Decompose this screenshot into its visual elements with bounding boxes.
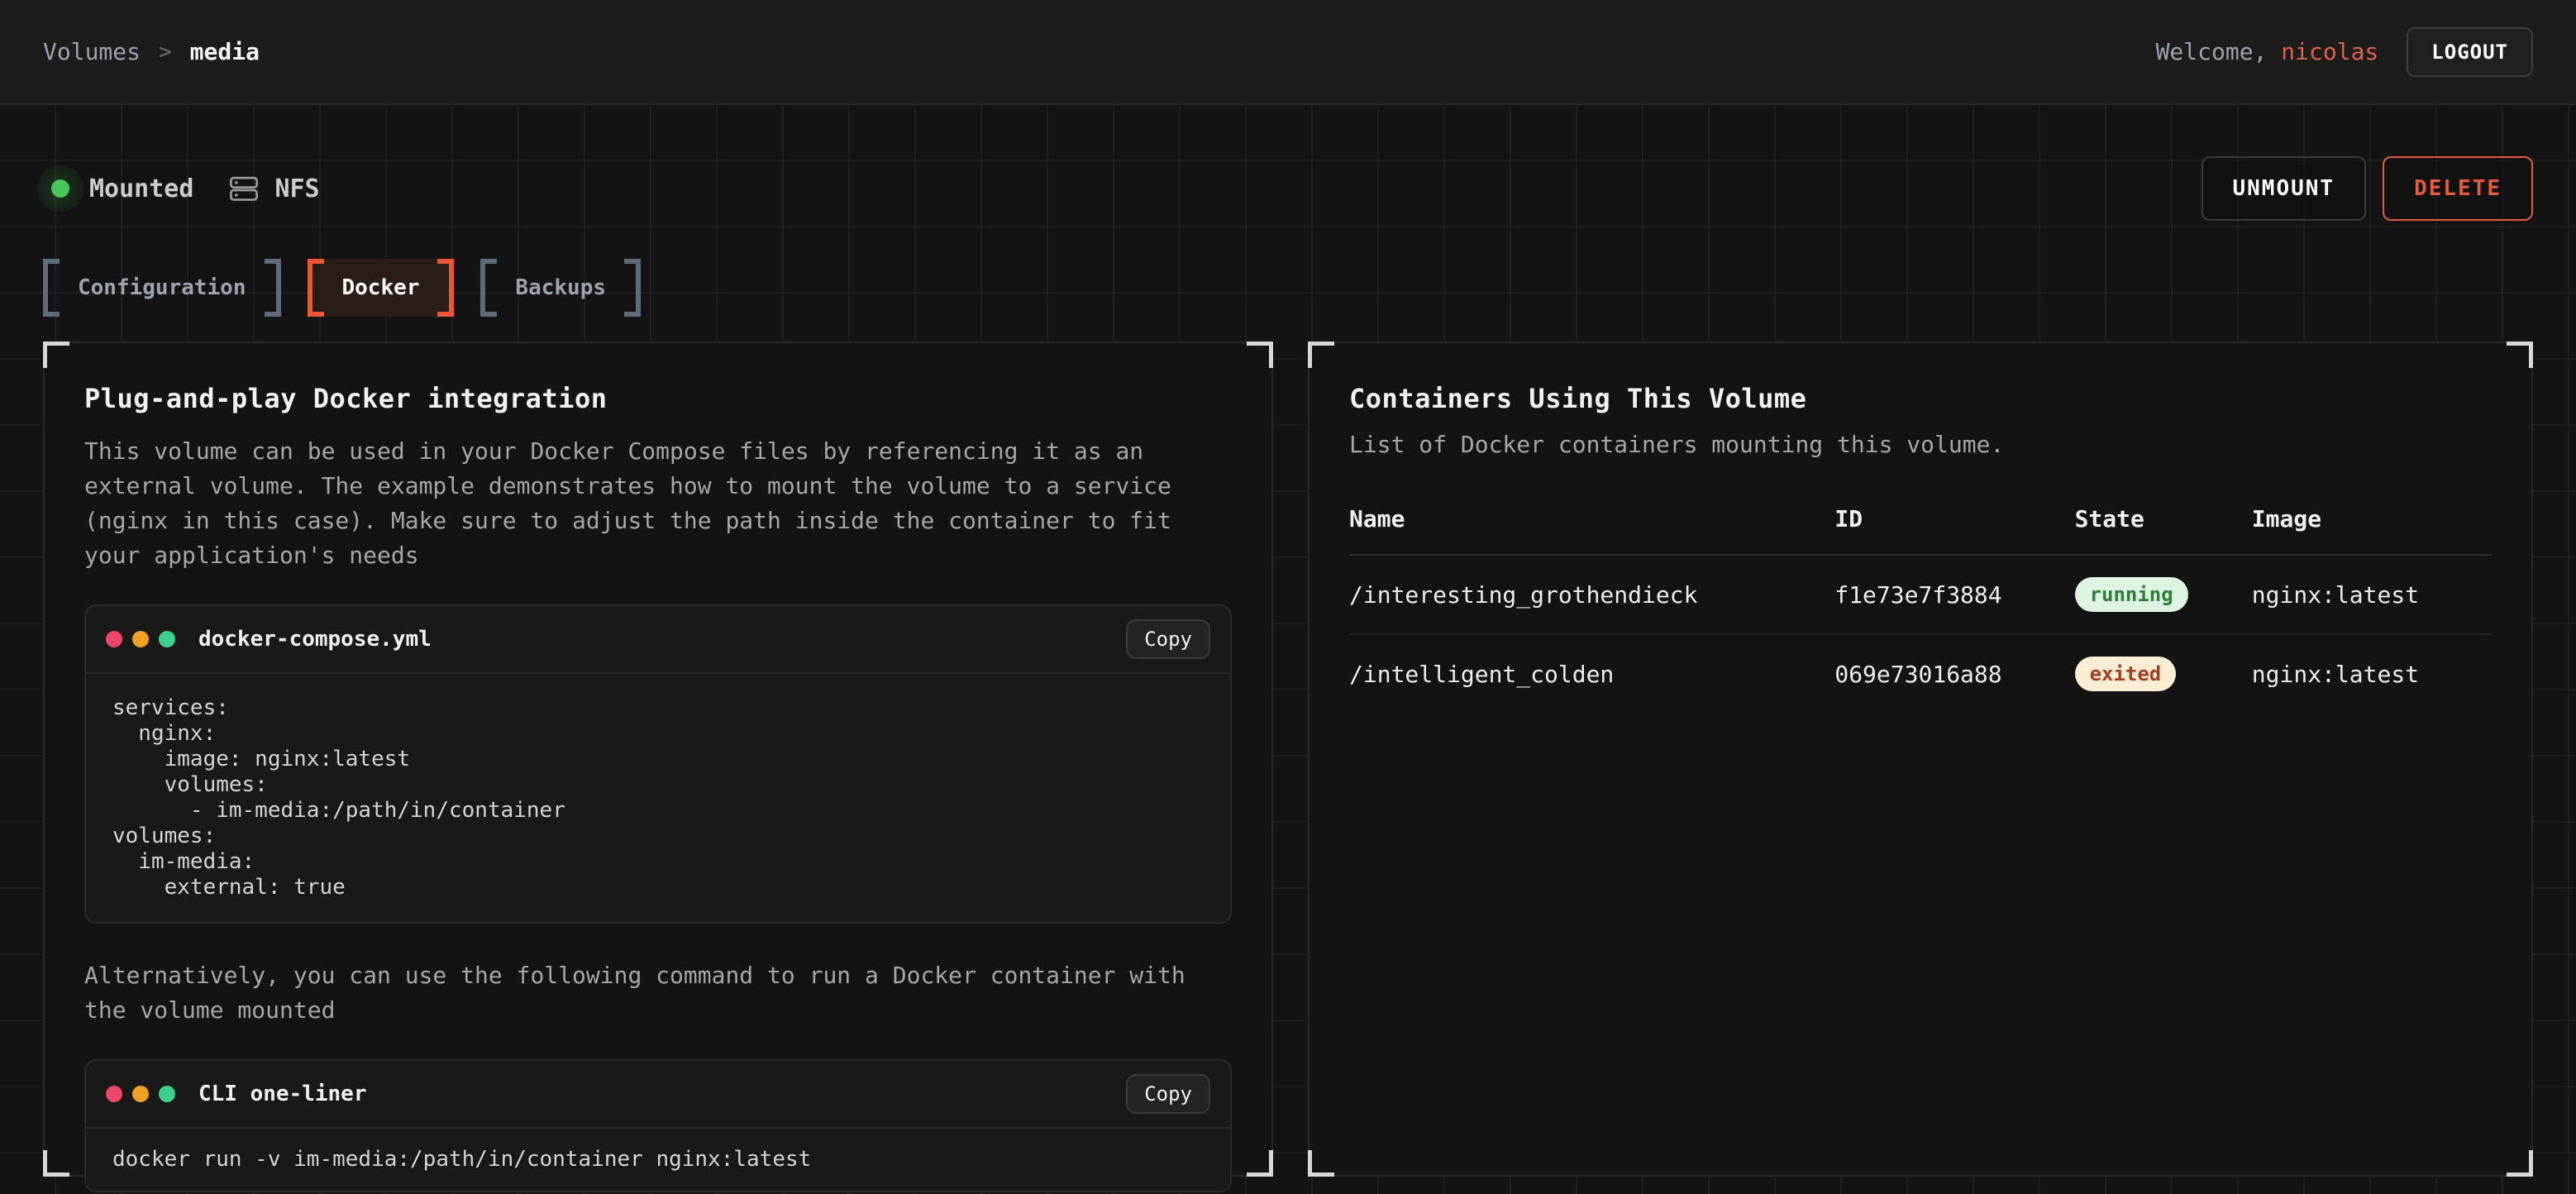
logout-button[interactable]: LOGOUT xyxy=(2407,27,2533,77)
container-name: /interesting_grothendieck xyxy=(1349,555,1834,634)
compose-code-header: docker-compose.yml Copy xyxy=(86,606,1230,674)
bracket-right-icon xyxy=(437,259,454,317)
delete-button[interactable]: DELETE xyxy=(2383,156,2533,221)
state-badge: running xyxy=(2075,577,2188,612)
green-dot-icon xyxy=(159,1086,175,1102)
panel-corner-icon xyxy=(43,1150,69,1177)
container-image: nginx:latest xyxy=(2252,634,2492,713)
cli-code-block: CLI one-liner Copy docker run -v im-medi… xyxy=(84,1059,1232,1192)
green-dot-icon xyxy=(159,631,175,647)
amber-dot-icon xyxy=(132,1086,149,1102)
column-header-image: Image xyxy=(2252,505,2492,555)
panel-corner-icon xyxy=(1247,1150,1273,1177)
topbar: Volumes > media Welcome, nicolas LOGOUT xyxy=(0,0,2576,105)
filesystem-type-label: NFS xyxy=(274,174,319,203)
breadcrumb-current-volume: media xyxy=(190,38,260,65)
red-dot-icon xyxy=(106,631,122,647)
containers-table: Name ID State Image /interesting_grothen… xyxy=(1349,505,2492,713)
tab-configuration[interactable]: Configuration xyxy=(43,259,281,317)
containers-panel-title: Containers Using This Volume xyxy=(1349,383,2492,414)
bracket-left-icon xyxy=(308,259,324,317)
bracket-right-icon xyxy=(265,259,281,317)
state-badge: exited xyxy=(2075,657,2177,691)
red-dot-icon xyxy=(106,1086,122,1102)
bracket-left-icon xyxy=(480,259,497,317)
column-header-id: ID xyxy=(1834,505,2074,555)
docker-panel-title: Plug-and-play Docker integration xyxy=(84,383,1232,414)
container-name: /intelligent_colden xyxy=(1349,634,1834,713)
tab-backups-label: Backups xyxy=(497,259,624,317)
volume-status: Mounted NFS xyxy=(43,173,320,204)
container-id: f1e73e7f3884 xyxy=(1834,555,2074,634)
bracket-right-icon xyxy=(624,259,641,317)
breadcrumb-volumes-link[interactable]: Volumes xyxy=(43,38,141,65)
panel-corner-icon xyxy=(2507,341,2533,368)
docker-integration-panel: Plug-and-play Docker integration This vo… xyxy=(43,341,1273,1177)
tab-configuration-label: Configuration xyxy=(60,259,265,317)
tab-docker-label: Docker xyxy=(324,259,438,317)
container-image: nginx:latest xyxy=(2252,555,2492,634)
tab-docker[interactable]: Docker xyxy=(308,259,455,317)
main-content: Mounted NFS UNMOUNT DELETE Configuration xyxy=(0,105,2576,1194)
traffic-light-icons xyxy=(106,1086,175,1102)
panel-corner-icon xyxy=(1308,1150,1334,1177)
panel-corner-icon xyxy=(1308,341,1334,368)
tab-bar: Configuration Docker Backups xyxy=(43,259,2533,317)
username: nicolas xyxy=(2281,38,2378,65)
table-row: /interesting_grothendieck f1e73e7f3884 r… xyxy=(1349,555,2492,634)
column-header-state: State xyxy=(2075,505,2252,555)
cli-filename: CLI one-liner xyxy=(198,1082,367,1106)
cli-code-header: CLI one-liner Copy xyxy=(86,1061,1230,1129)
mounted-status-dot-icon xyxy=(51,179,69,198)
welcome-text: Welcome, nicolas xyxy=(2156,38,2379,65)
breadcrumb-separator-icon: > xyxy=(159,40,172,64)
traffic-light-icons xyxy=(106,631,175,647)
panel-corner-icon xyxy=(43,341,69,368)
column-header-name: Name xyxy=(1349,505,1834,555)
topbar-right: Welcome, nicolas LOGOUT xyxy=(2156,27,2533,77)
unmount-button[interactable]: UNMOUNT xyxy=(2202,156,2367,221)
panel-corner-icon xyxy=(1247,341,1273,368)
tab-backups[interactable]: Backups xyxy=(480,259,641,317)
compose-filename: docker-compose.yml xyxy=(198,627,432,652)
mounted-status-label: Mounted xyxy=(89,174,193,203)
containers-panel: Containers Using This Volume List of Doc… xyxy=(1308,341,2533,1177)
cli-code: docker run -v im-media:/path/in/containe… xyxy=(86,1129,1230,1191)
container-id: 069e73016a88 xyxy=(1834,634,2074,713)
server-stack-icon xyxy=(228,173,260,204)
containers-panel-subtitle: List of Docker containers mounting this … xyxy=(1349,427,2492,462)
amber-dot-icon xyxy=(132,631,149,647)
compose-code-block: docker-compose.yml Copy services: nginx:… xyxy=(84,604,1232,924)
table-header-row: Name ID State Image xyxy=(1349,505,2492,555)
panels-row: Plug-and-play Docker integration This vo… xyxy=(43,341,2533,1177)
copy-cli-button[interactable]: Copy xyxy=(1126,1074,1210,1114)
welcome-prefix: Welcome, xyxy=(2156,38,2268,65)
panel-corner-icon xyxy=(2507,1150,2533,1177)
table-row: /intelligent_colden 069e73016a88 exited … xyxy=(1349,634,2492,713)
docker-panel-description: This volume can be used in your Docker C… xyxy=(84,434,1232,573)
copy-compose-button[interactable]: Copy xyxy=(1126,619,1210,659)
breadcrumb: Volumes > media xyxy=(43,38,260,65)
volume-actions: UNMOUNT DELETE xyxy=(2202,156,2534,221)
cli-intro-text: Alternatively, you can use the following… xyxy=(84,958,1232,1028)
bracket-left-icon xyxy=(43,259,60,317)
compose-code: services: nginx: image: nginx:latest vol… xyxy=(86,674,1230,922)
status-row: Mounted NFS UNMOUNT DELETE xyxy=(43,105,2533,221)
